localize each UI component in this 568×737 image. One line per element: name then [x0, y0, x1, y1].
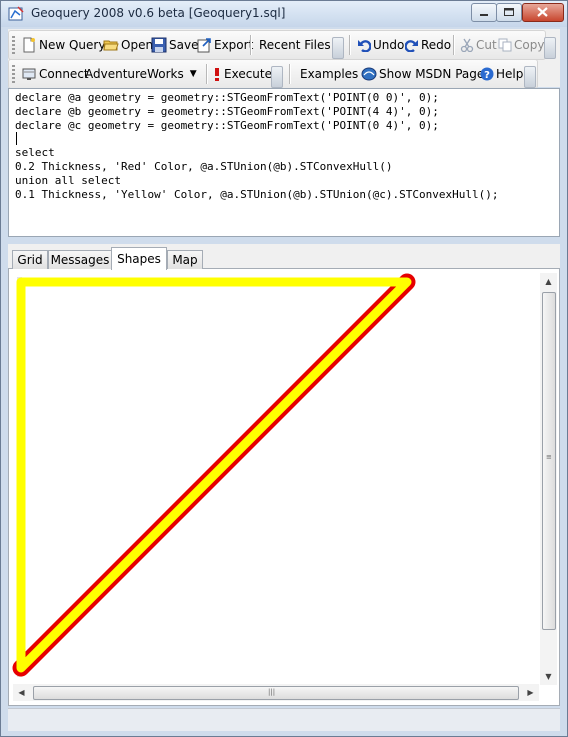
- save-label: Save: [169, 38, 199, 52]
- result-tabs: Grid Messages Shapes Map: [8, 244, 560, 270]
- toolbar-separator: [349, 35, 351, 55]
- execute-button[interactable]: Execute: [212, 65, 272, 83]
- scroll-right-icon[interactable]: ▶: [522, 684, 539, 701]
- undo-icon: [358, 40, 371, 52]
- export-icon: [197, 38, 211, 53]
- status-bar: [8, 708, 560, 731]
- show-msdn-label: Show MSDN Page: [379, 67, 485, 81]
- toolbar-overflow-button[interactable]: [524, 66, 536, 88]
- save-icon: [151, 37, 167, 53]
- app-window: Geoquery 2008 v0.6 beta [Geoquery1.sql] …: [0, 0, 568, 737]
- export-label: Export: [214, 38, 254, 52]
- connect-button[interactable]: Connect: [21, 65, 89, 83]
- yellow-convex-hull-triangle: [16, 277, 412, 673]
- query-editor[interactable]: declare @a geometry = geometry::STGeomFr…: [8, 88, 560, 237]
- open-button[interactable]: Open: [103, 36, 153, 54]
- examples-label: Examples: [300, 67, 359, 81]
- undo-label: Undo: [373, 38, 405, 52]
- toolbar-overflow-button[interactable]: [332, 37, 344, 59]
- folder-icon: [103, 40, 119, 51]
- minimize-button[interactable]: [471, 3, 497, 22]
- msdn-icon: [361, 67, 377, 81]
- maximize-button[interactable]: [496, 3, 522, 22]
- chevron-down-icon: ▼: [189, 69, 197, 79]
- execute-icon: [215, 68, 219, 81]
- new-query-label: New Query: [39, 38, 106, 52]
- scroll-left-icon[interactable]: ◀: [13, 684, 30, 701]
- toolbar-overflow-button[interactable]: [544, 37, 556, 59]
- vertical-scrollbar[interactable]: ▲ ≡ ▼: [540, 273, 557, 685]
- minimize-icon: [480, 14, 488, 16]
- undo-button[interactable]: Undo: [357, 36, 404, 54]
- toolbar-grip[interactable]: [12, 65, 15, 83]
- horizontal-scrollbar[interactable]: ◀ ||| ▶: [13, 684, 539, 701]
- new-query-button[interactable]: New Query: [21, 36, 105, 54]
- database-select[interactable]: AdventureWorks ▼: [85, 65, 197, 83]
- scissors-icon: [460, 38, 474, 52]
- show-msdn-button[interactable]: Show MSDN Page: [361, 65, 484, 83]
- redo-icon: [405, 40, 418, 52]
- horizontal-scroll-thumb[interactable]: |||: [33, 686, 519, 700]
- tab-shapes[interactable]: Shapes: [111, 247, 167, 270]
- copy-icon: [498, 38, 512, 52]
- recent-files-label: Recent Files: [259, 38, 331, 52]
- maximize-icon: [504, 8, 514, 16]
- help-icon: ?: [480, 67, 494, 81]
- toolbar-separator: [289, 64, 291, 84]
- examples-button[interactable]: Examples: [300, 65, 358, 83]
- tab-messages[interactable]: Messages: [48, 250, 112, 269]
- close-icon: [537, 7, 548, 17]
- toolbar-separator: [250, 35, 252, 55]
- main-toolbar: New Query Open Save Export Recent Files: [8, 30, 556, 60]
- thumb-grip-icon: ≡: [546, 453, 552, 461]
- connect-icon: [22, 68, 36, 80]
- recent-files-button[interactable]: Recent Files: [259, 36, 331, 54]
- open-label: Open: [121, 38, 154, 52]
- redo-label: Redo: [421, 38, 452, 52]
- help-button[interactable]: ? Help: [480, 65, 523, 83]
- toolbar-area: New Query Open Save Export Recent Files: [8, 29, 560, 89]
- title-bar: Geoquery 2008 v0.6 beta [Geoquery1.sql]: [1, 1, 567, 27]
- cut-label: Cut: [476, 38, 497, 52]
- toolbar-separator: [453, 35, 455, 55]
- thumb-grip-icon: |||: [268, 688, 276, 696]
- copy-label: Copy: [514, 38, 545, 52]
- toolbar-overflow-button[interactable]: [271, 66, 283, 88]
- tab-map[interactable]: Map: [167, 250, 203, 269]
- window-title: Geoquery 2008 v0.6 beta [Geoquery1.sql]: [31, 6, 286, 20]
- scroll-up-icon[interactable]: ▲: [540, 273, 557, 290]
- new-document-icon: [23, 37, 35, 53]
- app-icon: [8, 6, 24, 21]
- toolbar-separator: [206, 64, 208, 84]
- shapes-panel: ▲ ≡ ▼ ◀ ||| ▶: [8, 269, 560, 706]
- database-value: AdventureWorks: [85, 67, 184, 81]
- execute-label: Execute: [224, 67, 272, 81]
- close-button[interactable]: [522, 3, 564, 22]
- svg-text:?: ?: [484, 70, 490, 81]
- splitter-bar[interactable]: [8, 237, 560, 243]
- tab-grid[interactable]: Grid: [12, 250, 48, 269]
- scroll-down-icon[interactable]: ▼: [540, 668, 557, 685]
- connect-label: Connect: [39, 67, 89, 81]
- copy-button[interactable]: Copy: [498, 36, 544, 54]
- cut-button[interactable]: Cut: [460, 36, 497, 54]
- connection-toolbar: Connect AdventureWorks ▼ Execute Example…: [8, 59, 538, 89]
- help-label: Help: [496, 67, 524, 81]
- save-button[interactable]: Save: [151, 36, 198, 54]
- query-text: declare @a geometry = geometry::STGeomFr…: [15, 91, 499, 201]
- shapes-canvas[interactable]: [9, 269, 539, 683]
- redo-button[interactable]: Redo: [405, 36, 451, 54]
- text-caret: [16, 132, 17, 145]
- toolbar-grip[interactable]: [12, 36, 15, 54]
- vertical-scroll-thumb[interactable]: ≡: [542, 292, 556, 630]
- export-button[interactable]: Export: [196, 36, 253, 54]
